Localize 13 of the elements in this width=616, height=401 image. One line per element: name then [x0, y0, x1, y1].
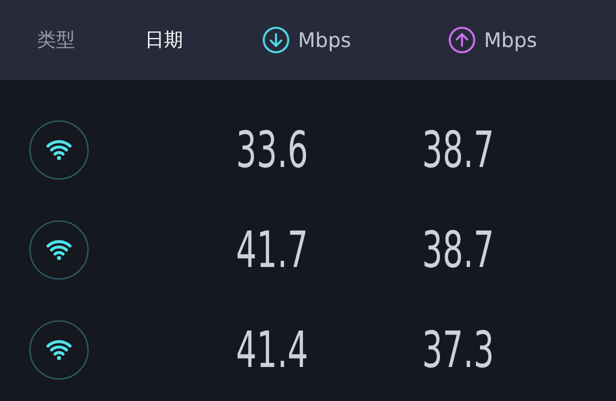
sort-tab[interactable]: 日期 — [134, 23, 194, 57]
download-speed: 41.4 — [236, 321, 310, 379]
sort-tab[interactable]: 类型 — [26, 23, 86, 57]
wifi-icon — [29, 220, 89, 280]
download-speed: 33.6 — [236, 121, 310, 179]
download-speed: 41.7 — [236, 221, 310, 279]
unit-label: Mbps — [298, 28, 352, 52]
upload-speed: 38.7 — [422, 121, 494, 179]
upload-speed: 38.7 — [422, 221, 494, 279]
wifi-icon — [29, 120, 89, 180]
upload-speed: 37.3 — [422, 321, 494, 379]
unit-label: Mbps — [484, 28, 538, 52]
wifi-icon — [29, 320, 89, 380]
